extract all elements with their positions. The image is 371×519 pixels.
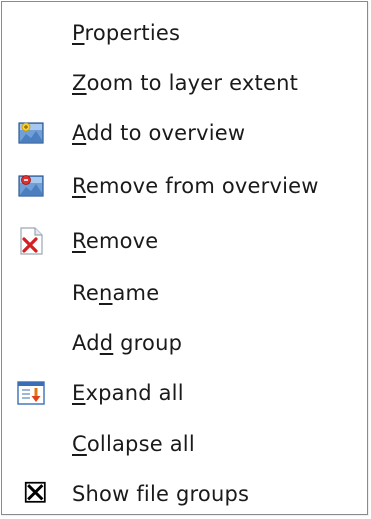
checkbox-checked-icon[interactable] xyxy=(24,481,50,507)
context-menu: Properties Zoom to layer extent Add to o… xyxy=(1,1,368,515)
menu-item-label: Remove from overview xyxy=(72,173,319,198)
menu-item-add-to-overview[interactable]: Add to overview xyxy=(2,108,367,158)
menu-item-expand-all[interactable]: Expand all xyxy=(2,368,367,418)
menu-item-label: Properties xyxy=(72,20,181,45)
menu-item-label: Rename xyxy=(72,280,160,305)
menu-item-label: Add to overview xyxy=(72,120,246,145)
remove-document-icon xyxy=(20,227,43,255)
menu-item-properties[interactable]: Properties xyxy=(2,8,367,58)
menu-item-label: Expand all xyxy=(72,380,184,405)
menu-item-rename[interactable]: Rename xyxy=(2,268,367,318)
menu-item-remove-from-overview[interactable]: Remove from overview xyxy=(2,161,367,211)
menu-item-label: Add group xyxy=(72,330,183,355)
add-overview-icon xyxy=(18,122,44,144)
menu-item-label: Remove xyxy=(72,228,159,253)
menu-item-label: Zoom to layer extent xyxy=(72,70,299,95)
menu-item-remove[interactable]: Remove xyxy=(2,216,367,266)
menu-item-zoom-to-layer-extent[interactable]: Zoom to layer extent xyxy=(2,58,367,108)
expand-all-icon xyxy=(17,381,45,405)
menu-item-label: Collapse all xyxy=(72,431,195,456)
menu-item-add-group[interactable]: Add group xyxy=(2,318,367,368)
menu-item-collapse-all[interactable]: Collapse all xyxy=(2,419,367,469)
menu-item-label: Show file groups xyxy=(72,481,250,506)
menu-item-show-file-groups[interactable]: Show file groups xyxy=(2,469,367,519)
remove-overview-icon xyxy=(18,175,44,197)
